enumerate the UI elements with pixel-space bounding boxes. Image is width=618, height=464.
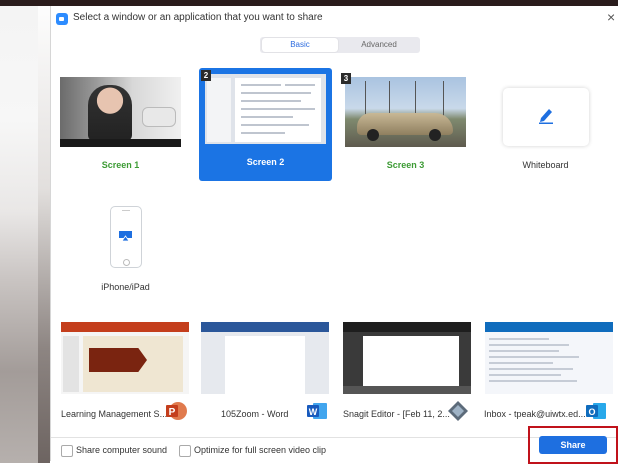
- app-thumbnail-snagit[interactable]: [343, 322, 471, 394]
- powerpoint-icon: P: [166, 402, 187, 420]
- whiteboard-label: Whiteboard: [522, 160, 569, 170]
- share-button[interactable]: Share: [539, 436, 607, 454]
- share-sound-checkbox[interactable]: [61, 445, 73, 457]
- zoom-app-icon: [56, 13, 68, 25]
- optimize-video-label: Optimize for full screen video clip: [194, 445, 327, 455]
- screen-2-thumbnail: [205, 74, 326, 144]
- share-sound-label: Share computer sound: [76, 445, 168, 455]
- optimize-video-checkbox[interactable]: [179, 445, 191, 457]
- airplay-icon: [119, 231, 132, 241]
- screen-2-label: Screen 2: [246, 157, 285, 167]
- share-screen-dialog: Select a window or an application that y…: [50, 6, 618, 464]
- snagit-icon: [448, 401, 468, 421]
- screen-1-tile[interactable]: Screen 1: [54, 71, 187, 184]
- close-icon[interactable]: ×: [607, 9, 615, 25]
- tab-advanced[interactable]: Advanced: [340, 38, 418, 52]
- screen-1-thumbnail: [60, 77, 181, 147]
- tab-basic[interactable]: Basic: [262, 38, 338, 52]
- svg-text:O: O: [588, 407, 595, 417]
- tab-switcher: Basic Advanced: [260, 37, 420, 53]
- app-label-snagit: Snagit Editor - [Feb 11, 2...: [343, 409, 450, 419]
- app-label-powerpoint: Learning Management S...: [61, 409, 168, 419]
- screen-3-label: Screen 3: [386, 160, 425, 170]
- svg-text:P: P: [169, 407, 176, 418]
- word-icon: W: [307, 403, 327, 419]
- app-thumbnail-outlook[interactable]: [485, 322, 613, 394]
- screen-2-tile[interactable]: 2 Screen 2: [199, 68, 332, 181]
- app-label-word: 105Zoom - Word: [221, 409, 289, 419]
- app-label-outlook: Inbox - tpeak@uiwtx.ed...: [484, 409, 586, 419]
- screen-2-badge: 2: [201, 70, 211, 81]
- screen-1-label: Screen 1: [101, 160, 140, 170]
- background-photo-left: [0, 6, 50, 463]
- iphone-ipad-label: iPhone/iPad: [101, 282, 150, 292]
- outlook-icon: O: [586, 403, 606, 419]
- phone-graphic: [110, 206, 142, 268]
- dialog-title: Select a window or an application that y…: [73, 12, 323, 23]
- screen-3-tile[interactable]: 3 Screen 3: [339, 71, 472, 184]
- whiteboard-card: [503, 88, 589, 146]
- screen-3-badge: 3: [341, 73, 351, 84]
- app-thumbnail-word[interactable]: [201, 322, 329, 394]
- share-button-highlight: Share: [528, 426, 618, 464]
- pen-icon: [539, 109, 553, 124]
- app-thumbnail-powerpoint[interactable]: [61, 322, 189, 394]
- svg-text:W: W: [309, 407, 318, 417]
- screen-3-thumbnail: [345, 77, 466, 147]
- title-bar: Select a window or an application that y…: [51, 6, 618, 32]
